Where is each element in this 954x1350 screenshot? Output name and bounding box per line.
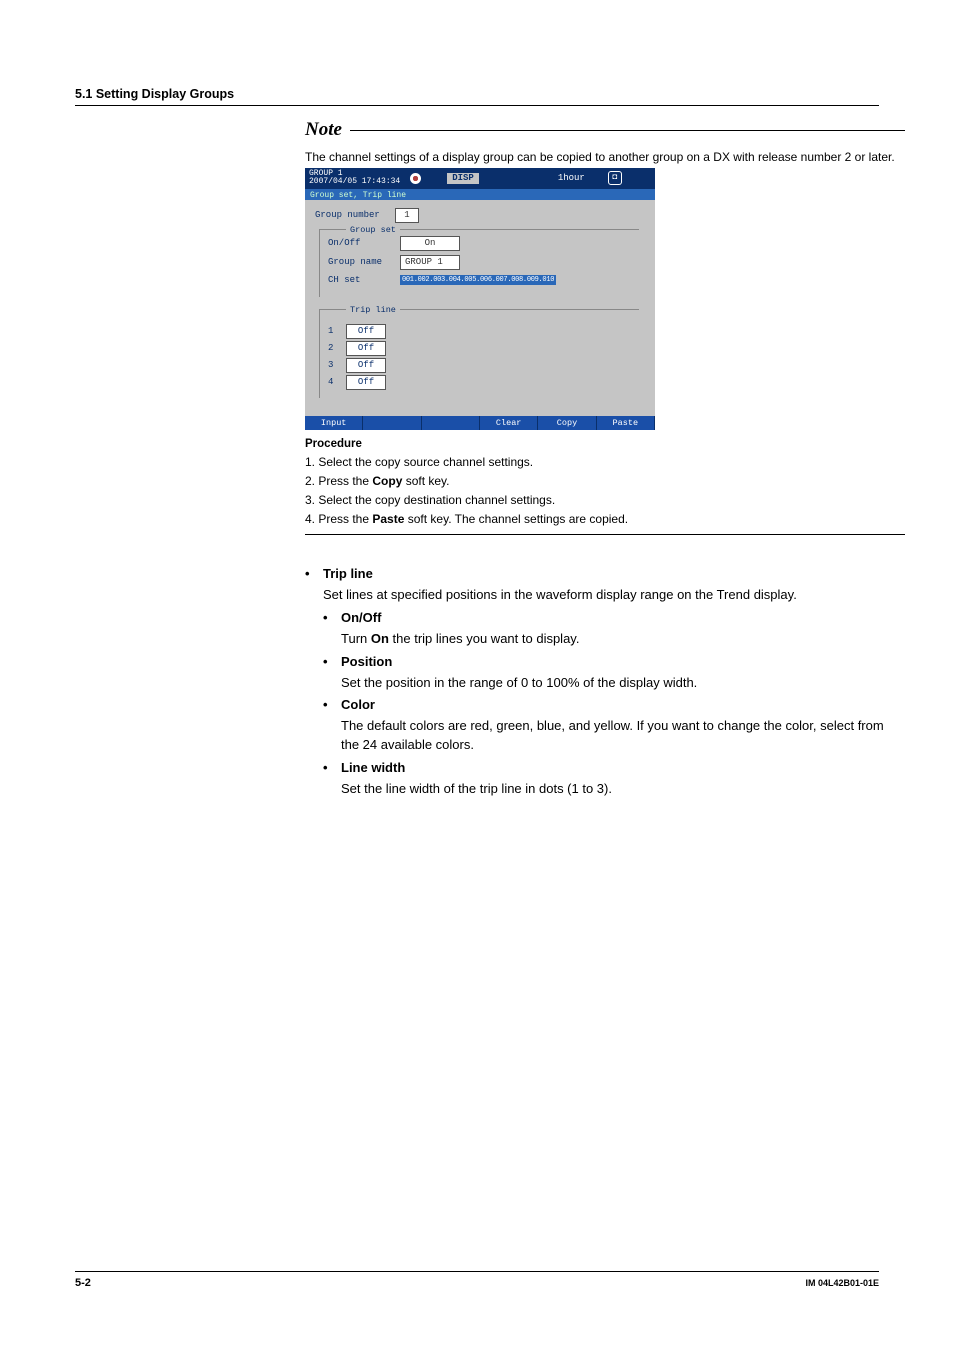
trip-val: Off [346, 341, 386, 356]
softkey-input: Input [305, 416, 363, 430]
linewidth-head: • Line width [323, 759, 905, 778]
onoff-field: On [400, 236, 460, 251]
doc-code: IM 04L42B01-01E [805, 1276, 879, 1292]
tripline-head: • Trip line [305, 565, 905, 584]
onoff-head: • On/Off [323, 609, 905, 628]
group-name-label: Group name [328, 256, 400, 269]
trip-num: 4 [328, 376, 336, 389]
trip-line-fieldset: Trip line 1 Off 2 Off 3 Off [319, 309, 639, 398]
procedure-head: Procedure [305, 436, 905, 453]
position-title: Position [341, 653, 392, 672]
page-footer: 5-2 IM 04L42B01-01E [75, 1271, 879, 1292]
trip-val: Off [346, 324, 386, 339]
group-set-legend: Group set [346, 224, 400, 236]
note-text: The channel settings of a display group … [305, 148, 905, 166]
bullet-icon: • [323, 653, 333, 672]
disp-badge: DISP [447, 173, 479, 184]
trip-row-4: 4 Off [328, 375, 631, 390]
device-screenshot: GROUP 1 2007/04/05 17:43:34 DISP 1hour ◘… [305, 168, 655, 430]
text: 2. Press the [305, 474, 372, 488]
onoff-title: On/Off [341, 609, 381, 628]
procedure-line-2: 2. Press the Copy soft key. [305, 473, 905, 490]
trip-row-3: 3 Off [328, 358, 631, 373]
bullet-icon: • [323, 696, 333, 715]
tripline-section: • Trip line Set lines at specified posit… [305, 565, 905, 798]
procedure-line-1: 1. Select the copy source channel settin… [305, 454, 905, 471]
on-bold: On [371, 631, 389, 646]
text: soft key. The channel settings are copie… [404, 512, 628, 526]
group-name-field: GROUP 1 [400, 255, 460, 270]
color-title: Color [341, 696, 375, 715]
header-section: 5.1 Setting Display Groups [75, 85, 879, 103]
device-topbar: GROUP 1 2007/04/05 17:43:34 DISP 1hour ◘ [305, 168, 655, 189]
group-set-fieldset: Group set On/Off On Group name GROUP 1 C… [319, 229, 639, 297]
procedure-block: Procedure 1. Select the copy source chan… [305, 436, 905, 536]
color-head: • Color [323, 696, 905, 715]
note-rule [350, 130, 905, 131]
procedure-end-rule [305, 534, 905, 535]
procedure-line-3: 3. Select the copy destination channel s… [305, 492, 905, 509]
trip-num: 2 [328, 342, 336, 355]
trip-line-legend: Trip line [346, 304, 400, 316]
ch-set-field: 001.002.003.004.005.006.007.008.009.010 [400, 275, 556, 285]
text: 4. Press the [305, 512, 372, 526]
wheel-icon [410, 173, 421, 184]
tripline-title: Trip line [323, 565, 373, 584]
bullet-icon: • [323, 609, 333, 628]
procedure-line-4: 4. Press the Paste soft key. The channel… [305, 511, 905, 528]
color-body: The default colors are red, green, blue,… [341, 717, 905, 755]
note-label: Note [305, 116, 342, 144]
duration-badge: 1hour [553, 173, 590, 184]
device-footer: Input . . Clear Copy Paste [305, 416, 655, 430]
trip-row-2: 2 Off [328, 341, 631, 356]
device-subbar: Group set, Trip line [305, 189, 655, 200]
onoff-label: On/Off [328, 237, 400, 250]
group-number-label: Group number [315, 209, 395, 222]
bullet-icon: • [305, 565, 315, 584]
position-body: Set the position in the range of 0 to 10… [341, 674, 905, 693]
trip-num: 3 [328, 359, 336, 372]
group-number-field: 1 [395, 208, 419, 223]
softkey-blank: . [422, 416, 480, 430]
position-head: • Position [323, 653, 905, 672]
ch-set-label: CH set [328, 274, 400, 287]
text: soft key. [402, 474, 449, 488]
stop-icon: ◘ [608, 171, 622, 185]
header-rule [75, 105, 879, 106]
copy-key-label: Copy [372, 474, 402, 488]
note-row: Note [305, 116, 905, 144]
softkey-copy: Copy [538, 416, 596, 430]
trip-val: Off [346, 375, 386, 390]
softkey-clear: Clear [480, 416, 538, 430]
tripline-intro: Set lines at specified positions in the … [323, 586, 905, 605]
trip-num: 1 [328, 325, 336, 338]
linewidth-title: Line width [341, 759, 405, 778]
content-column: Note The channel settings of a display g… [305, 116, 905, 799]
page-number: 5-2 [75, 1276, 91, 1292]
linewidth-body: Set the line width of the trip line in d… [341, 780, 905, 799]
device-datetime: 2007/04/05 17:43:34 [309, 178, 400, 186]
device-body: Group number 1 Group set On/Off On Group… [305, 200, 655, 405]
onoff-body: Turn On the trip lines you want to displ… [341, 630, 905, 649]
bullet-icon: • [323, 759, 333, 778]
paste-key-label: Paste [372, 512, 404, 526]
softkey-paste: Paste [597, 416, 655, 430]
text: the trip lines you want to display. [389, 631, 580, 646]
trip-val: Off [346, 358, 386, 373]
trip-row-1: 1 Off [328, 324, 631, 339]
softkey-blank: . [363, 416, 421, 430]
text: Turn [341, 631, 371, 646]
